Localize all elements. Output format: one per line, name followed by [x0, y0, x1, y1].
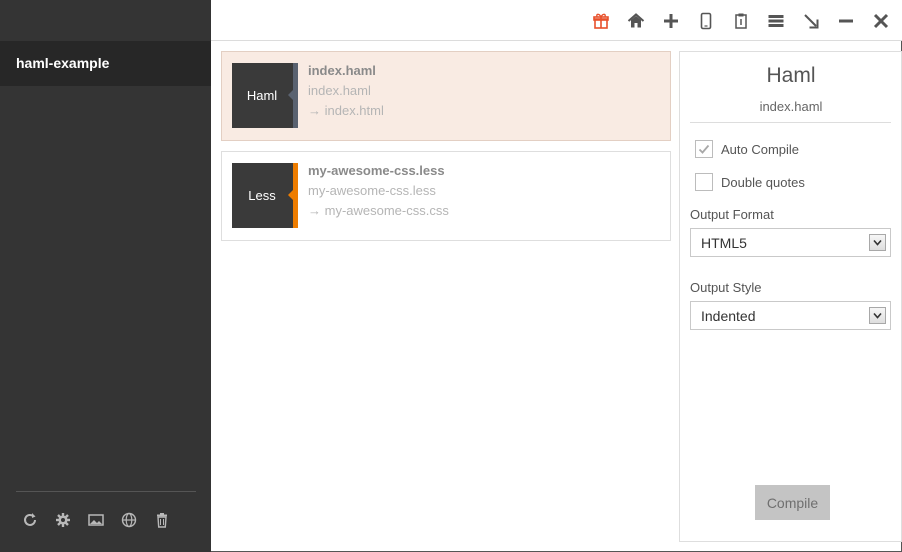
output-format-value: HTML5	[701, 235, 747, 251]
gear-icon[interactable]	[55, 510, 88, 530]
panel-title: Haml	[766, 64, 816, 87]
sidebar-divider	[16, 491, 196, 492]
file-type-stripe	[293, 163, 298, 228]
home-icon[interactable]	[618, 10, 653, 32]
auto-compile-checkbox[interactable]	[695, 140, 713, 158]
double-quotes-label: Double quotes	[721, 174, 805, 190]
output-format-label: Output Format	[690, 207, 774, 222]
output-style-value: Indented	[701, 308, 756, 324]
refresh-icon[interactable]	[22, 510, 55, 530]
output-style-select[interactable]: Indented	[690, 301, 891, 330]
file-source-path: index.haml	[308, 83, 371, 98]
compile-button[interactable]: Compile	[755, 485, 830, 520]
panel-divider	[690, 122, 891, 123]
file-output-path: → index.html	[308, 103, 384, 118]
project-name: haml-example	[16, 55, 110, 71]
check-icon	[698, 144, 710, 154]
file-item-index-haml[interactable]: Haml index.haml index.haml → index.html	[221, 51, 671, 141]
sidebar-project-haml-example[interactable]: haml-example	[0, 41, 211, 86]
double-quotes-option[interactable]: Double quotes	[695, 173, 805, 191]
file-type-badge: Less	[232, 163, 298, 228]
minimize-icon[interactable]	[828, 10, 863, 32]
close-icon[interactable]	[863, 10, 898, 32]
minimize-to-corner-icon[interactable]	[793, 10, 828, 32]
output-style-label: Output Style	[690, 280, 762, 295]
sidebar: haml-example	[0, 0, 211, 552]
gift-icon[interactable]	[583, 10, 618, 32]
auto-compile-option[interactable]: Auto Compile	[695, 140, 799, 158]
settings-panel: Haml index.haml Auto Compile Double quot…	[679, 51, 902, 542]
file-type-arrow	[288, 90, 293, 100]
auto-compile-label: Auto Compile	[721, 141, 800, 157]
file-name: index.haml	[308, 63, 376, 78]
file-type-stripe	[293, 63, 298, 128]
file-item-my-awesome-css-less[interactable]: Less my-awesome-css.less my-awesome-css.…	[221, 151, 671, 241]
chevron-down-icon[interactable]	[869, 234, 886, 251]
file-type-label: Haml	[246, 88, 278, 103]
file-source-path: my-awesome-css.less	[308, 183, 436, 198]
panel-subtitle: index.haml	[759, 99, 823, 114]
menu-icon[interactable]	[758, 10, 793, 32]
sidebar-tools	[22, 510, 187, 530]
chevron-down-icon[interactable]	[869, 307, 886, 324]
globe-icon[interactable]	[121, 510, 154, 530]
file-output-path: → my-awesome-css.css	[308, 203, 449, 218]
file-name: my-awesome-css.less	[308, 163, 445, 178]
file-type-label: Less	[248, 188, 276, 203]
file-type-badge: Haml	[232, 63, 298, 128]
plus-icon[interactable]	[653, 10, 688, 32]
image-icon[interactable]	[88, 510, 121, 530]
trash-icon[interactable]	[154, 510, 187, 530]
mobile-icon[interactable]	[688, 10, 723, 32]
double-quotes-checkbox[interactable]	[695, 173, 713, 191]
clipboard-icon[interactable]	[723, 10, 758, 32]
output-format-select[interactable]: HTML5	[690, 228, 891, 257]
file-type-arrow	[288, 190, 293, 200]
toolbar-icons	[583, 10, 898, 32]
toolbar	[211, 0, 902, 41]
